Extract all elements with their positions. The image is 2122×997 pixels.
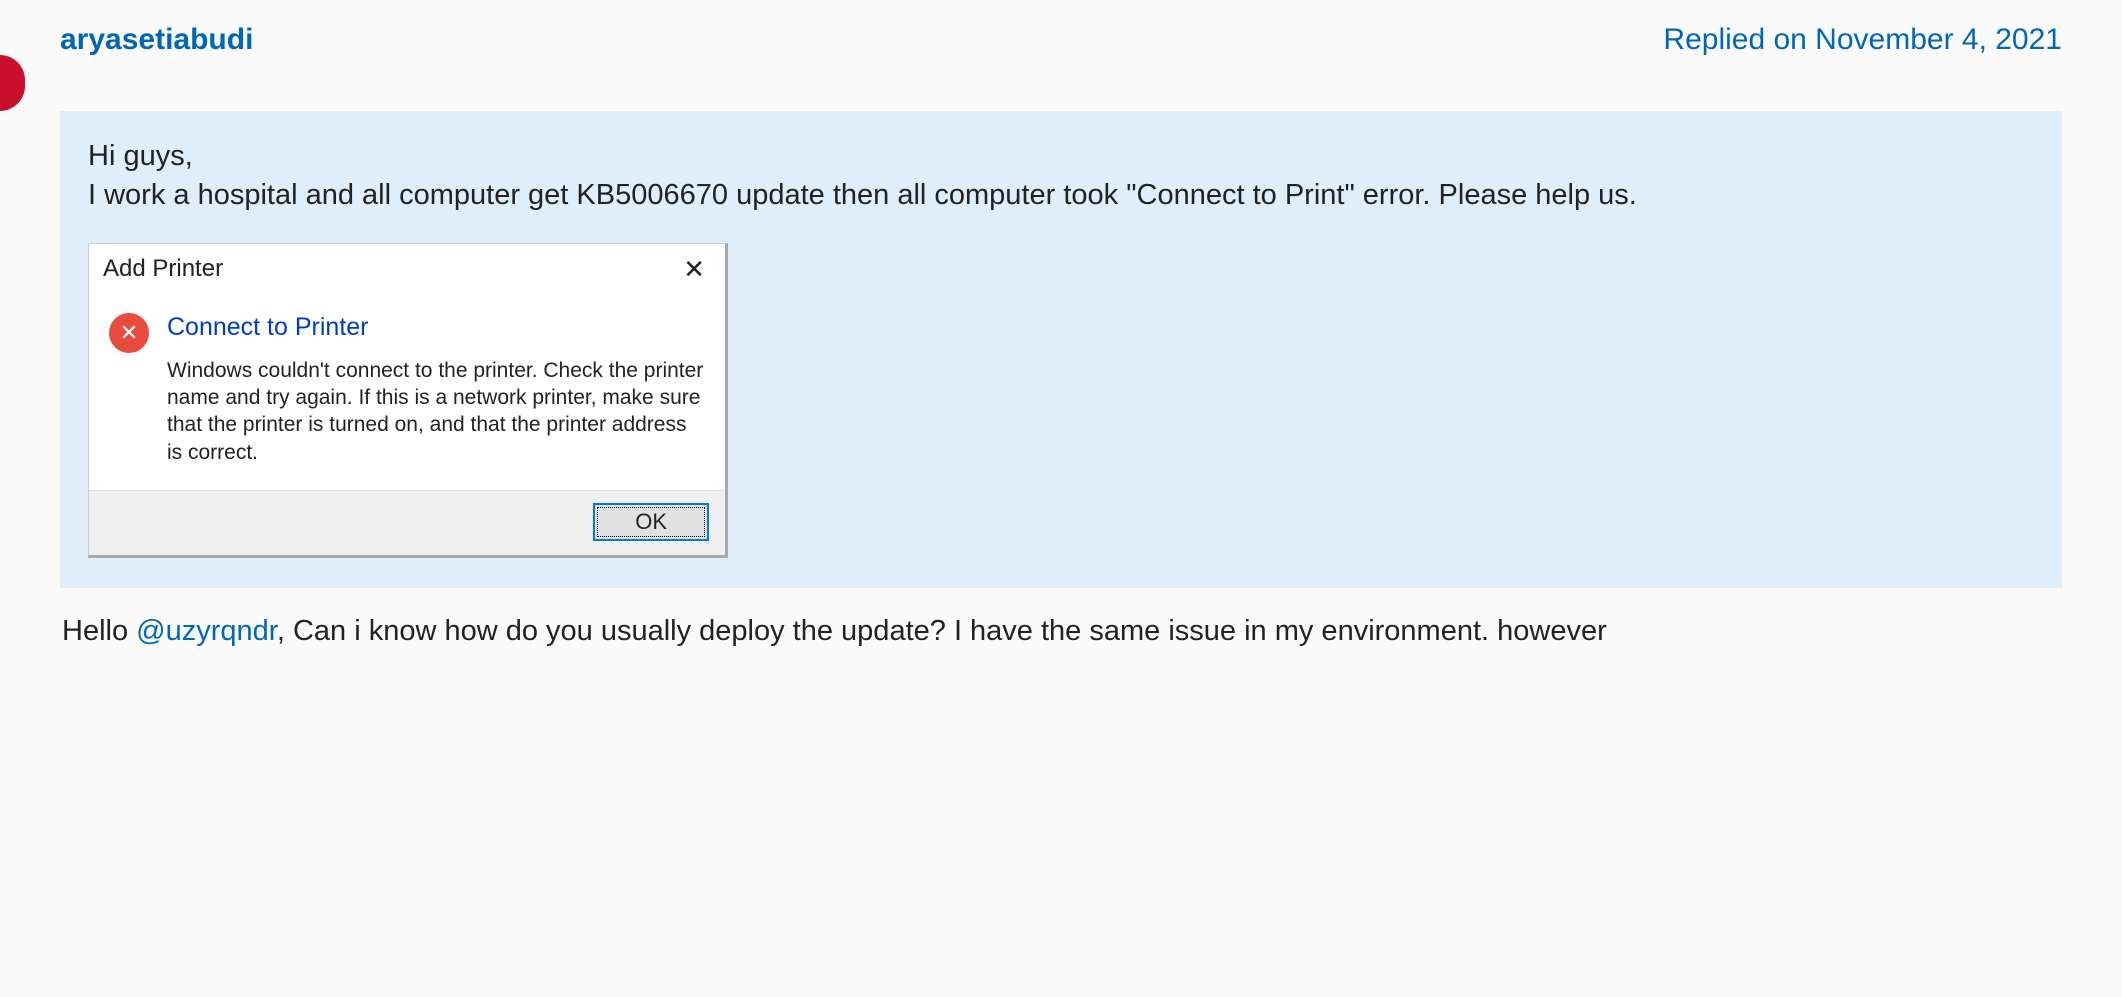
dialog-message: Windows couldn't connect to the printer.… — [167, 357, 705, 466]
dialog-footer: OK — [89, 490, 725, 555]
user-mention[interactable]: @uzyrqndr — [136, 615, 277, 647]
error-icon: ✕ — [109, 313, 149, 353]
quoted-message: Hi guys, I work a hospital and all compu… — [60, 111, 2062, 588]
close-icon[interactable]: ✕ — [677, 252, 711, 287]
reply-prefix: Hello — [62, 615, 136, 647]
dialog-titlebar: Add Printer ✕ — [89, 244, 725, 295]
reply-suffix: , Can i know how do you usually deploy t… — [277, 615, 1607, 647]
avatar[interactable] — [0, 55, 25, 111]
forum-reply-post: aryasetiabudi Replied on November 4, 202… — [0, 0, 2122, 651]
reply-body: Hello @uzyrqndr, Can i know how do you u… — [60, 612, 2062, 651]
dialog-heading: Connect to Printer — [167, 311, 705, 345]
ok-button[interactable]: OK — [593, 503, 709, 541]
embedded-dialog-screenshot: Add Printer ✕ ✕ Connect to Printer Windo… — [88, 243, 728, 558]
quote-line-2: I work a hospital and all computer get K… — [88, 176, 2034, 215]
reply-date: Replied on November 4, 2021 — [1663, 20, 2062, 61]
quote-line-1: Hi guys, — [88, 137, 2034, 176]
dialog-content: Connect to Printer Windows couldn't conn… — [167, 311, 705, 466]
post-header: aryasetiabudi Replied on November 4, 202… — [60, 20, 2062, 61]
dialog-title: Add Printer — [103, 253, 223, 285]
dialog-body: ✕ Connect to Printer Windows couldn't co… — [89, 295, 725, 490]
username-link[interactable]: aryasetiabudi — [60, 20, 253, 61]
